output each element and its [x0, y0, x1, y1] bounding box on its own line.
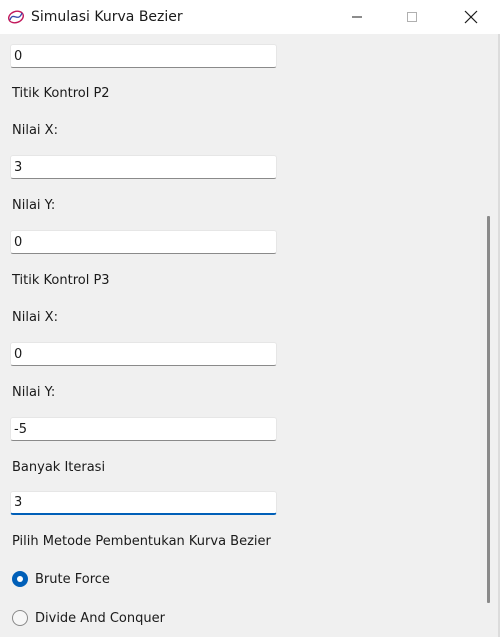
app-window: Simulasi Kurva Bezier Titik Kontrol P2 N…: [0, 0, 500, 637]
maximize-button[interactable]: [389, 0, 435, 34]
p2-heading: Titik Kontrol P2: [12, 86, 110, 101]
method-label: Pilih Metode Pembentukan Kurva Bezier: [12, 534, 271, 549]
radio-label: Divide And Conquer: [35, 610, 165, 626]
p3-heading: Titik Kontrol P3: [12, 273, 110, 288]
p3-y-label: Nilai Y:: [12, 385, 56, 400]
app-icon: [8, 10, 24, 24]
radio-divide-and-conquer[interactable]: Divide And Conquer: [12, 609, 165, 627]
radio-label: Brute Force: [35, 571, 110, 587]
iterations-input[interactable]: [10, 491, 277, 515]
maximize-icon: [407, 12, 417, 22]
p3-x-input[interactable]: [10, 342, 277, 366]
p2-y-input[interactable]: [10, 230, 277, 254]
p3-x-label: Nilai X:: [12, 310, 58, 325]
close-button[interactable]: [448, 0, 494, 34]
radio-checked-icon[interactable]: [12, 571, 28, 587]
close-icon: [464, 10, 478, 24]
minimize-icon: [352, 16, 362, 18]
title-bar[interactable]: Simulasi Kurva Bezier: [0, 0, 500, 34]
radio-unchecked-icon[interactable]: [12, 610, 28, 626]
radio-brute-force[interactable]: Brute Force: [12, 570, 110, 588]
p2-x-label: Nilai X:: [12, 123, 58, 138]
p2-x-input[interactable]: [10, 155, 277, 179]
scrollbar-thumb[interactable]: [487, 216, 490, 603]
form-panel: Titik Kontrol P2 Nilai X: Nilai Y: Titik…: [0, 34, 500, 637]
p1-y-input[interactable]: [10, 44, 277, 68]
iterations-label: Banyak Iterasi: [12, 460, 106, 475]
p3-y-input[interactable]: [10, 417, 277, 441]
minimize-button[interactable]: [334, 0, 380, 34]
window-title: Simulasi Kurva Bezier: [31, 9, 183, 25]
p2-y-label: Nilai Y:: [12, 198, 56, 213]
